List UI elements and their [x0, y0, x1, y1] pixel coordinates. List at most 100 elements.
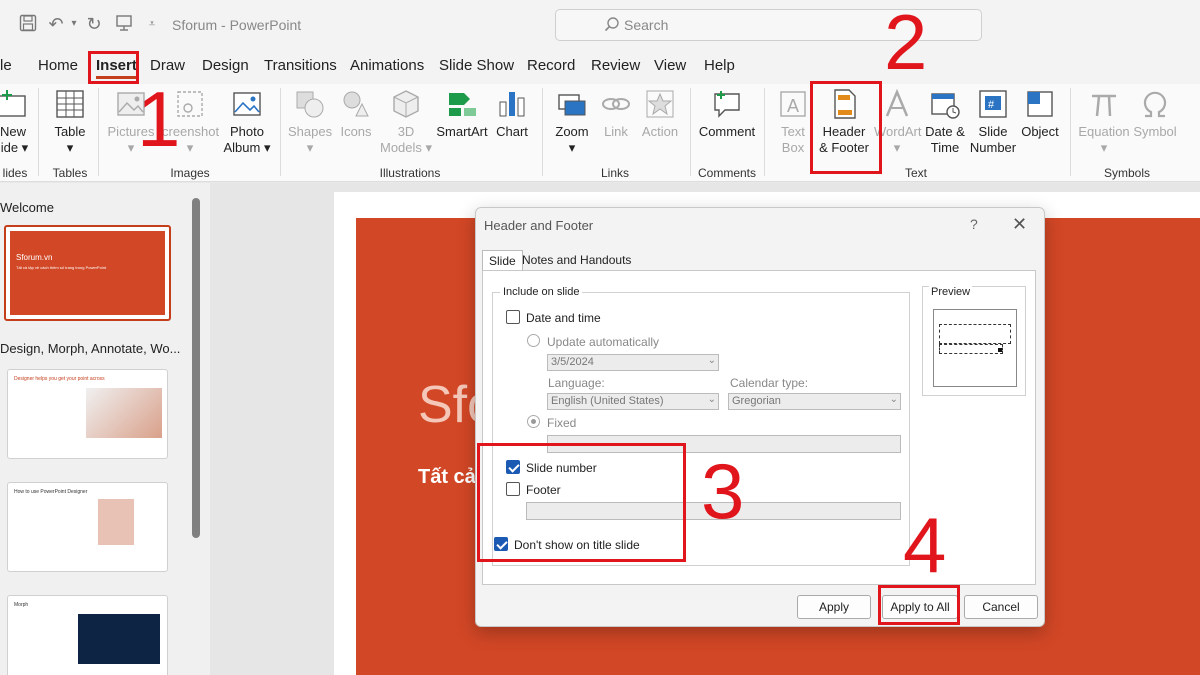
- thumbnail-title: Sforum.vn: [16, 253, 53, 262]
- update-automatically-radio[interactable]: [527, 334, 540, 347]
- undo-icon[interactable]: ↶: [46, 14, 66, 34]
- preview-label: Preview: [929, 286, 973, 298]
- icons-button[interactable]: Icons: [336, 88, 376, 140]
- step-number-1: 1: [137, 75, 181, 163]
- zoom-button[interactable]: Zoom ▾: [552, 88, 592, 156]
- calendar-type-label: Calendar type:: [730, 376, 809, 390]
- slide-number-button[interactable]: # Slide Number: [968, 88, 1018, 156]
- symbol-button[interactable]: Symbol: [1132, 88, 1178, 140]
- omega-icon: [1143, 91, 1167, 118]
- title-bar: ↶ ▾ ↻ ⩡ Sforum - PowerPoint: [0, 0, 1200, 50]
- comment-button[interactable]: Comment: [698, 88, 756, 140]
- date-time-checkbox[interactable]: [506, 310, 520, 324]
- new-slide-button[interactable]: New lide ▾: [0, 88, 30, 156]
- svg-text:A: A: [787, 96, 799, 116]
- link-icon: [602, 98, 630, 110]
- thumbnail-image: [98, 499, 134, 545]
- thumbnail-title: Designer helps you get your point across: [14, 376, 105, 382]
- zoom-icon: [558, 94, 586, 116]
- step-number-3: 3: [701, 447, 745, 535]
- star-icon: [646, 90, 674, 118]
- slide-number-icon: #: [979, 90, 1007, 118]
- slide-thumbnail-3[interactable]: How to use PowerPoint Designer: [7, 482, 168, 572]
- slide-thumbnail-1[interactable]: Sforum.vn Tất cả tập về cách thêm số tra…: [4, 225, 171, 321]
- thumbnail-scrollbar[interactable]: [192, 198, 200, 538]
- tab-file[interactable]: le: [0, 57, 12, 74]
- text-box-button[interactable]: A Text Box: [774, 88, 812, 156]
- object-button[interactable]: Object: [1018, 88, 1062, 140]
- date-time-button[interactable]: Date & Time: [922, 88, 968, 156]
- slide-thumbnail-2[interactable]: Designer helps you get your point across: [7, 369, 168, 459]
- chevron-down-icon: ⌄: [707, 394, 716, 405]
- tab-slide-show[interactable]: Slide Show: [439, 57, 514, 74]
- preview-slide: [933, 309, 1017, 387]
- slide-thumbnail-4[interactable]: Morph: [7, 595, 168, 675]
- close-button[interactable]: ✕: [1012, 214, 1027, 235]
- pi-icon: [1092, 94, 1116, 117]
- table-button[interactable]: Table ▾: [50, 88, 90, 156]
- fixed-radio[interactable]: [527, 415, 540, 428]
- shapes-button[interactable]: Shapes ▾: [288, 88, 332, 156]
- tab-home[interactable]: Home: [38, 57, 78, 74]
- redo-icon[interactable]: ↻: [84, 14, 104, 34]
- highlight-header-footer: [810, 81, 882, 174]
- tab-record[interactable]: Record: [527, 57, 575, 74]
- group-separator: [764, 88, 765, 176]
- customize-qat-icon[interactable]: ⩡: [142, 14, 162, 34]
- section-title-design[interactable]: Design, Morph, Annotate, Wo...: [0, 341, 180, 356]
- chevron-down-icon: ⌄: [889, 394, 898, 405]
- slide-subtitle[interactable]: Tất cả: [418, 466, 476, 489]
- preview-group: Preview: [922, 286, 1026, 396]
- action-button[interactable]: Action: [640, 88, 680, 140]
- section-title-welcome[interactable]: Welcome: [0, 200, 54, 215]
- new-slide-icon: [0, 90, 26, 117]
- cube-icon: [393, 90, 419, 118]
- date-format-select[interactable]: 3/5/2024 ⌄: [547, 354, 719, 371]
- language-select[interactable]: English (United States) ⌄: [547, 393, 719, 410]
- date-time-label: Date and time: [526, 311, 601, 325]
- table-icon: [56, 90, 84, 118]
- tab-design[interactable]: Design: [202, 57, 249, 74]
- update-automatically-label: Update automatically: [547, 335, 660, 349]
- smartart-icon: [449, 93, 476, 116]
- window-title: Sforum - PowerPoint: [172, 17, 302, 33]
- chevron-down-icon[interactable]: ▾: [64, 14, 84, 34]
- thumbnail-slide-background: Sforum.vn Tất cả tập về cách thêm số tra…: [10, 231, 165, 315]
- smartart-button[interactable]: SmartArt: [436, 88, 488, 140]
- group-separator: [690, 88, 691, 176]
- 3d-models-button[interactable]: 3D Models ▾: [380, 88, 432, 156]
- tab-notes-handouts[interactable]: Notes and Handouts: [516, 250, 637, 270]
- dialog-title: Header and Footer: [484, 218, 594, 233]
- preview-placeholder-top: [939, 324, 1011, 344]
- highlight-apply-to-all: [878, 585, 960, 625]
- link-button[interactable]: Link: [598, 88, 634, 140]
- header-footer-dialog: Header and Footer ? ✕ Slide Notes and Ha…: [475, 207, 1045, 627]
- tab-transitions[interactable]: Transitions: [264, 57, 337, 74]
- tab-help[interactable]: Help: [704, 57, 735, 74]
- calendar-type-select[interactable]: Gregorian ⌄: [728, 393, 901, 410]
- tab-draw[interactable]: Draw: [150, 57, 185, 74]
- group-label-slides: lides: [2, 166, 28, 180]
- help-button[interactable]: ?: [970, 216, 978, 232]
- thumbnail-title: How to use PowerPoint Designer: [14, 489, 88, 495]
- thumbnail-image: [86, 388, 162, 438]
- group-label-images: Images: [170, 166, 210, 180]
- language-label: Language:: [548, 376, 605, 390]
- save-icon[interactable]: [18, 14, 38, 34]
- slide-thumbnail-pane: Welcome Sforum.vn Tất cả tập về cách thê…: [0, 183, 210, 675]
- cancel-button[interactable]: Cancel: [964, 595, 1038, 619]
- fixed-label: Fixed: [547, 416, 577, 430]
- photo-album-button[interactable]: Photo Album ▾: [222, 88, 272, 156]
- equation-button[interactable]: Equation ▾: [1078, 88, 1130, 156]
- thumbnail-image: [78, 614, 160, 664]
- group-label-comments: Comments: [697, 166, 756, 180]
- group-label-tables: Tables: [52, 166, 88, 180]
- tab-review[interactable]: Review: [591, 57, 640, 74]
- tab-animations[interactable]: Animations: [350, 57, 424, 74]
- highlight-slide-number-options: [477, 443, 686, 562]
- search-input[interactable]: [624, 14, 924, 36]
- present-icon[interactable]: [114, 14, 134, 34]
- apply-button[interactable]: Apply: [797, 595, 871, 619]
- chart-button[interactable]: Chart: [494, 88, 530, 140]
- tab-view[interactable]: View: [654, 57, 686, 74]
